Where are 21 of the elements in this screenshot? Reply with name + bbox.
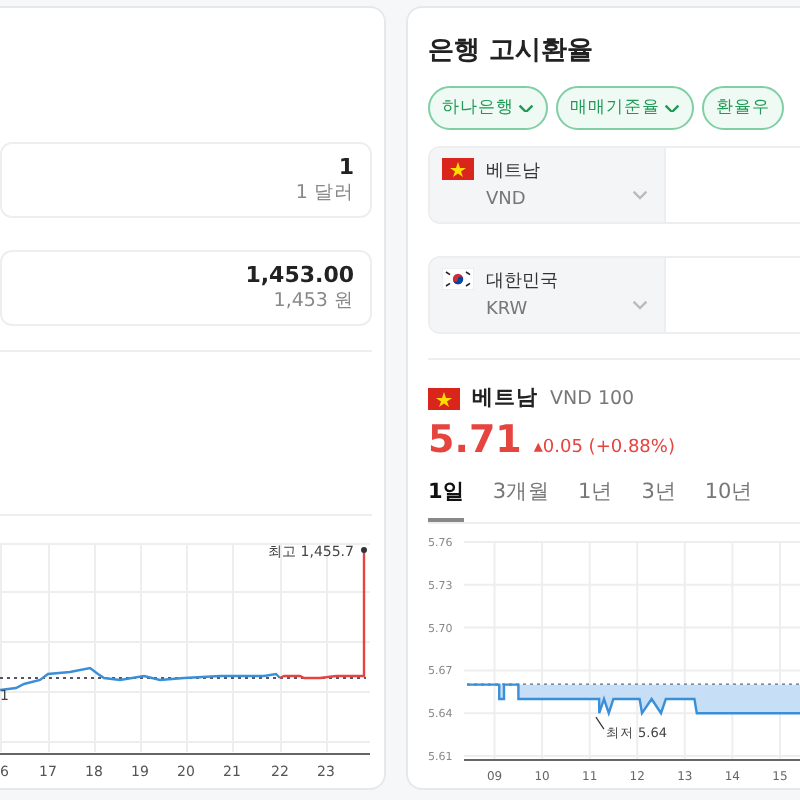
filter-chip[interactable]: 하나은행 [428, 86, 548, 130]
currency-unit: VND 100 [550, 387, 635, 409]
period-tab[interactable]: 3개월 [492, 478, 550, 522]
period-tab[interactable]: 3년 [641, 478, 677, 522]
rate-price: 5.71 [428, 418, 522, 462]
amount-unit: 1 달러 [295, 179, 354, 206]
currency-name: 베트남 [472, 384, 538, 412]
filter-chip[interactable]: 매매기준율 [556, 86, 694, 130]
amount-value: 1 [338, 153, 354, 180]
period-tab[interactable]: 10년 [704, 478, 754, 522]
high-marker [361, 547, 367, 553]
period-tab[interactable]: 1년 [578, 478, 614, 522]
section-title: 은행 고시환율 [428, 34, 596, 68]
rate-change: ▴0.05 (+0.88%) [533, 438, 675, 458]
amount-unit: 1,453 원 [273, 287, 354, 314]
period-tab[interactable]: 1일 [428, 478, 465, 522]
flag-icon [428, 387, 460, 409]
amount-value: 1,453.00 [245, 261, 354, 288]
amount-field[interactable]: 1 1 달러 [0, 141, 372, 218]
amount-field[interactable]: 1,453.00 1,453 원 [0, 249, 372, 326]
filter-chip[interactable]: 환율우 [702, 86, 784, 130]
